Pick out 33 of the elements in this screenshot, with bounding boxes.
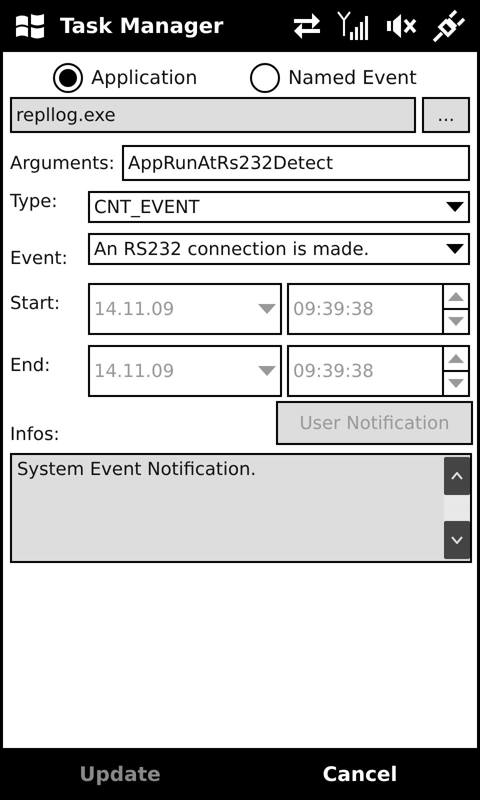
window-title: Task Manager xyxy=(60,14,224,38)
spin-down-arrow-icon[interactable] xyxy=(448,379,464,388)
dropdown-arrow-icon[interactable] xyxy=(446,202,464,212)
type-dropdown[interactable]: CNT_EVENT xyxy=(88,191,470,223)
radio-circle-icon[interactable] xyxy=(53,63,84,93)
sync-arrows-icon[interactable] xyxy=(292,11,322,41)
scroll-up-button[interactable] xyxy=(444,457,470,495)
field-label: Start: xyxy=(10,293,62,314)
radio-option[interactable]: Application xyxy=(53,63,198,93)
spin-up-arrow-icon[interactable] xyxy=(448,292,464,301)
arguments-field[interactable]: AppRunAtRs232Detect xyxy=(122,145,470,181)
field-label: Arguments: xyxy=(10,152,116,174)
windows-logo-icon[interactable] xyxy=(14,12,46,40)
chevron-up-icon xyxy=(451,472,463,480)
chevron-down-icon xyxy=(451,536,463,544)
infos-text-area[interactable]: System Event Notification. xyxy=(10,453,472,563)
scroll-down-button[interactable] xyxy=(444,521,470,559)
field-label: Type: xyxy=(10,191,58,212)
scroll-thumb[interactable] xyxy=(444,495,470,521)
field-label: Infos: xyxy=(10,424,61,445)
browse-button[interactable]: ... xyxy=(422,97,470,133)
radio-circle-icon[interactable] xyxy=(250,63,280,93)
event-dropdown[interactable]: An RS232 connection is made. xyxy=(88,233,470,265)
spin-up-arrow-icon[interactable] xyxy=(448,354,464,363)
spin-down-arrow-icon[interactable] xyxy=(448,317,464,326)
speaker-muted-icon[interactable] xyxy=(386,13,418,39)
plug-icon[interactable] xyxy=(432,9,466,43)
program-field[interactable]: repllog.exe xyxy=(10,97,416,133)
dropdown-arrow-icon[interactable] xyxy=(446,244,464,254)
softkey-button[interactable]: Cancel xyxy=(240,761,480,787)
field-label: End: xyxy=(10,355,52,376)
radio-option[interactable]: Named Event xyxy=(250,63,417,93)
field-label: Event: xyxy=(10,248,69,269)
